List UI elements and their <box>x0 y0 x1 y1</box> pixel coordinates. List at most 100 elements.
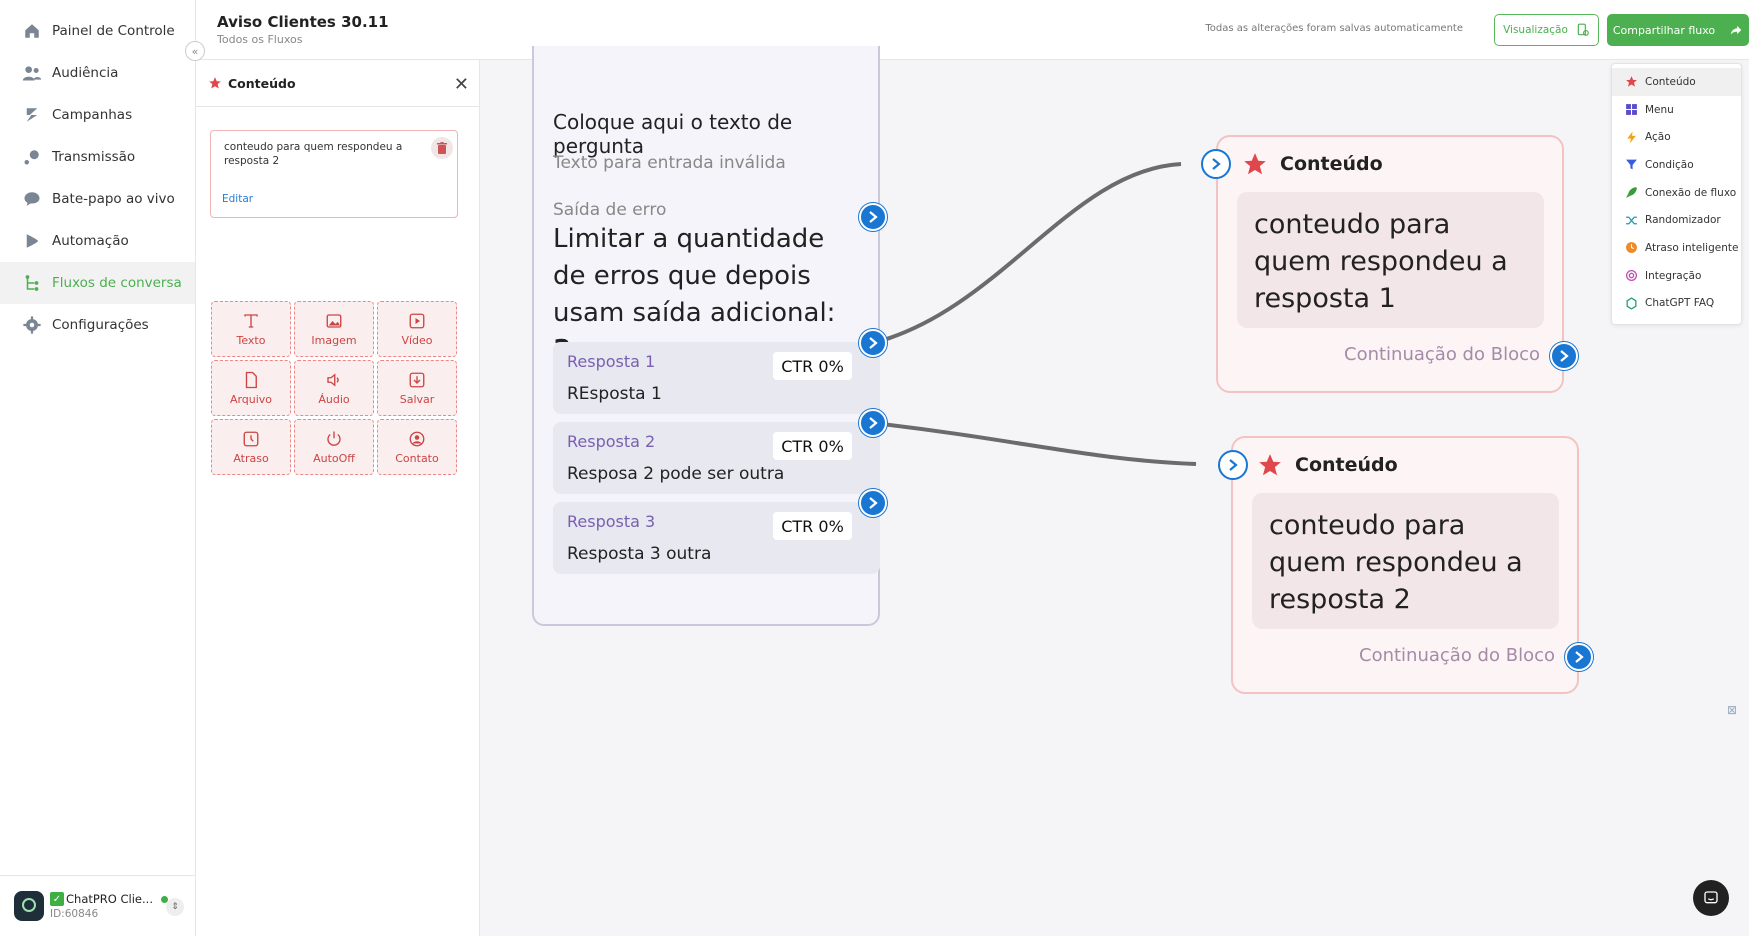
preview-button-label: Visualização <box>1503 24 1568 36</box>
rocket-icon <box>1625 186 1638 199</box>
tool-image-button[interactable]: Imagem <box>294 301 374 357</box>
home-icon <box>22 21 42 41</box>
support-chat-button[interactable] <box>1693 880 1729 916</box>
autosave-status: Todas as alterações foram salvas automat… <box>1205 23 1463 34</box>
answer-row[interactable]: Resposta 2 CTR 0% Resposa 2 pode ser out… <box>553 422 880 494</box>
answer-value: Resposta 3 outra <box>567 544 712 564</box>
panel-header: Conteúdo ✕ <box>196 60 479 107</box>
error-output-port[interactable] <box>859 203 887 231</box>
tool-label: Contato <box>395 451 439 465</box>
error-exit-label: Saída de erro <box>553 200 667 220</box>
verified-check-icon: ✓ <box>50 892 64 906</box>
star-icon <box>209 77 221 89</box>
block-item-label: Integração <box>1645 269 1702 282</box>
block-item-label: Conexão de fluxo <box>1645 186 1737 199</box>
share-icon <box>1730 25 1742 35</box>
content-tools: Texto Imagem Vídeo Arquivo Áudio Salvar … <box>211 301 459 475</box>
sidebar-item-fluxos[interactable]: Fluxos de conversa <box>0 262 195 304</box>
chevron-updown-icon[interactable]: ⇕ <box>166 898 184 916</box>
block-item-label: Ação <box>1645 131 1671 144</box>
flow-canvas[interactable]: Coloque aqui o texto de pergunta Texto p… <box>481 46 1749 936</box>
block-item-menu[interactable]: Menu <box>1612 96 1741 124</box>
ctr-badge: CTR 0% <box>773 432 852 460</box>
preview-button[interactable]: Visualização <box>1494 14 1599 46</box>
ctr-badge: CTR 0% <box>773 512 852 540</box>
sidebar-item-bate-papo[interactable]: Bate-papo ao vivo <box>0 178 195 220</box>
answer-1-output-port[interactable] <box>859 329 887 357</box>
clock-icon <box>1625 241 1638 254</box>
sidebar-item-automacao[interactable]: Automação <box>0 220 195 262</box>
minimap-toggle-icon[interactable]: ⊠ <box>1727 703 1743 719</box>
tool-save-button[interactable]: Salvar <box>377 360 457 416</box>
answer-row[interactable]: Resposta 1 CTR 0% REsposta 1 <box>553 342 880 414</box>
block-item-condition[interactable]: Condição <box>1612 151 1741 179</box>
share-flow-button[interactable]: Compartilhar fluxo <box>1607 14 1749 46</box>
tool-audio-button[interactable]: Áudio <box>294 360 374 416</box>
breadcrumb-all-flows[interactable]: Todos os Fluxos <box>217 33 302 46</box>
block-item-action[interactable]: Ação <box>1612 123 1741 151</box>
tool-video-button[interactable]: Vídeo <box>377 301 457 357</box>
tool-text-button[interactable]: Texto <box>211 301 291 357</box>
avatar <box>14 891 44 921</box>
star-icon <box>1244 153 1266 175</box>
sidebar-item-label: Bate-papo ao vivo <box>52 191 175 207</box>
sidebar-item-campanhas[interactable]: Campanhas <box>0 94 195 136</box>
ctr-badge: CTR 0% <box>773 352 852 380</box>
answer-3-output-port[interactable] <box>859 489 887 517</box>
trash-icon[interactable] <box>431 137 453 159</box>
tool-delay-button[interactable]: Atraso <box>211 419 291 475</box>
answer-value: Resposa 2 pode ser outra <box>567 464 785 484</box>
chevron-right-icon <box>869 211 878 223</box>
preview-icon <box>1577 23 1589 36</box>
answer-label: Resposta 3 <box>567 512 656 531</box>
answer-row[interactable]: Resposta 3 CTR 0% Resposta 3 outra <box>553 502 880 574</box>
content-node-2-input-port[interactable] <box>1218 450 1248 480</box>
continuation-label: Continuação do Bloco <box>1359 645 1555 666</box>
collapse-sidebar-button[interactable]: « <box>185 41 205 61</box>
content-node[interactable]: Conteúdo conteudo para quem respondeu a … <box>1216 135 1564 393</box>
content-node-1-output-port[interactable] <box>1550 342 1578 370</box>
flow-title: Aviso Clientes 30.11 <box>217 13 389 31</box>
content-node-2-output-port[interactable] <box>1565 643 1593 671</box>
shuffle-icon <box>1625 214 1638 227</box>
tool-label: Vídeo <box>401 333 433 347</box>
tool-contact-button[interactable]: Contato <box>377 419 457 475</box>
close-icon[interactable]: ✕ <box>454 74 469 95</box>
question-node[interactable]: Coloque aqui o texto de pergunta Texto p… <box>532 46 880 626</box>
header: Aviso Clientes 30.11 Todos os Fluxos Tod… <box>196 0 1749 60</box>
chevron-right-icon <box>1212 158 1221 170</box>
block-item-smart-delay[interactable]: Atraso inteligente <box>1612 234 1741 262</box>
automation-icon <box>22 231 42 251</box>
chevron-right-icon <box>869 417 878 429</box>
share-button-label: Compartilhar fluxo <box>1612 23 1716 37</box>
image-icon <box>326 313 342 328</box>
sidebar-item-audiencia[interactable]: Audiência <box>0 52 195 94</box>
sidebar-item-configuracoes[interactable]: Configurações <box>0 304 195 346</box>
sidebar-item-label: Painel de Controle <box>52 23 175 39</box>
sidebar-item-transmissao[interactable]: Transmissão <box>0 136 195 178</box>
chatgpt-icon <box>1625 297 1638 310</box>
block-item-flow-connection[interactable]: Conexão de fluxo <box>1612 179 1741 207</box>
content-node-1-input-port[interactable] <box>1201 149 1231 179</box>
tool-file-button[interactable]: Arquivo <box>211 360 291 416</box>
content-node-text: conteudo para quem respondeu a resposta … <box>1237 192 1544 328</box>
sidebar-item-painel[interactable]: Painel de Controle <box>0 10 195 52</box>
account-switcher[interactable]: ✓ ChatPRO Clie... ID:60846 ⇕ <box>0 875 196 936</box>
video-icon <box>409 313 425 328</box>
tool-autooff-button[interactable]: AutoOff <box>294 419 374 475</box>
answer-value: REsposta 1 <box>567 384 662 404</box>
message-card[interactable]: conteudo para quem respondeu a resposta … <box>210 130 458 218</box>
content-node[interactable]: Conteúdo conteudo para quem respondeu a … <box>1231 436 1579 694</box>
content-node-header: Conteúdo <box>1242 151 1383 177</box>
block-item-content[interactable]: Conteúdo <box>1612 68 1741 96</box>
tool-label: Arquivo <box>229 392 273 406</box>
block-item-integration[interactable]: Integração <box>1612 262 1741 290</box>
sidebar-item-label: Audiência <box>52 65 119 81</box>
answer-2-output-port[interactable] <box>859 409 887 437</box>
block-item-chatgpt-faq[interactable]: ChatGPT FAQ <box>1612 290 1741 318</box>
chat-bubble-icon <box>1704 891 1718 904</box>
block-item-label: Atraso inteligente <box>1645 241 1739 254</box>
edit-link[interactable]: Editar <box>222 193 253 205</box>
block-item-randomizer[interactable]: Randomizador <box>1612 206 1741 234</box>
integration-icon <box>1625 269 1638 282</box>
